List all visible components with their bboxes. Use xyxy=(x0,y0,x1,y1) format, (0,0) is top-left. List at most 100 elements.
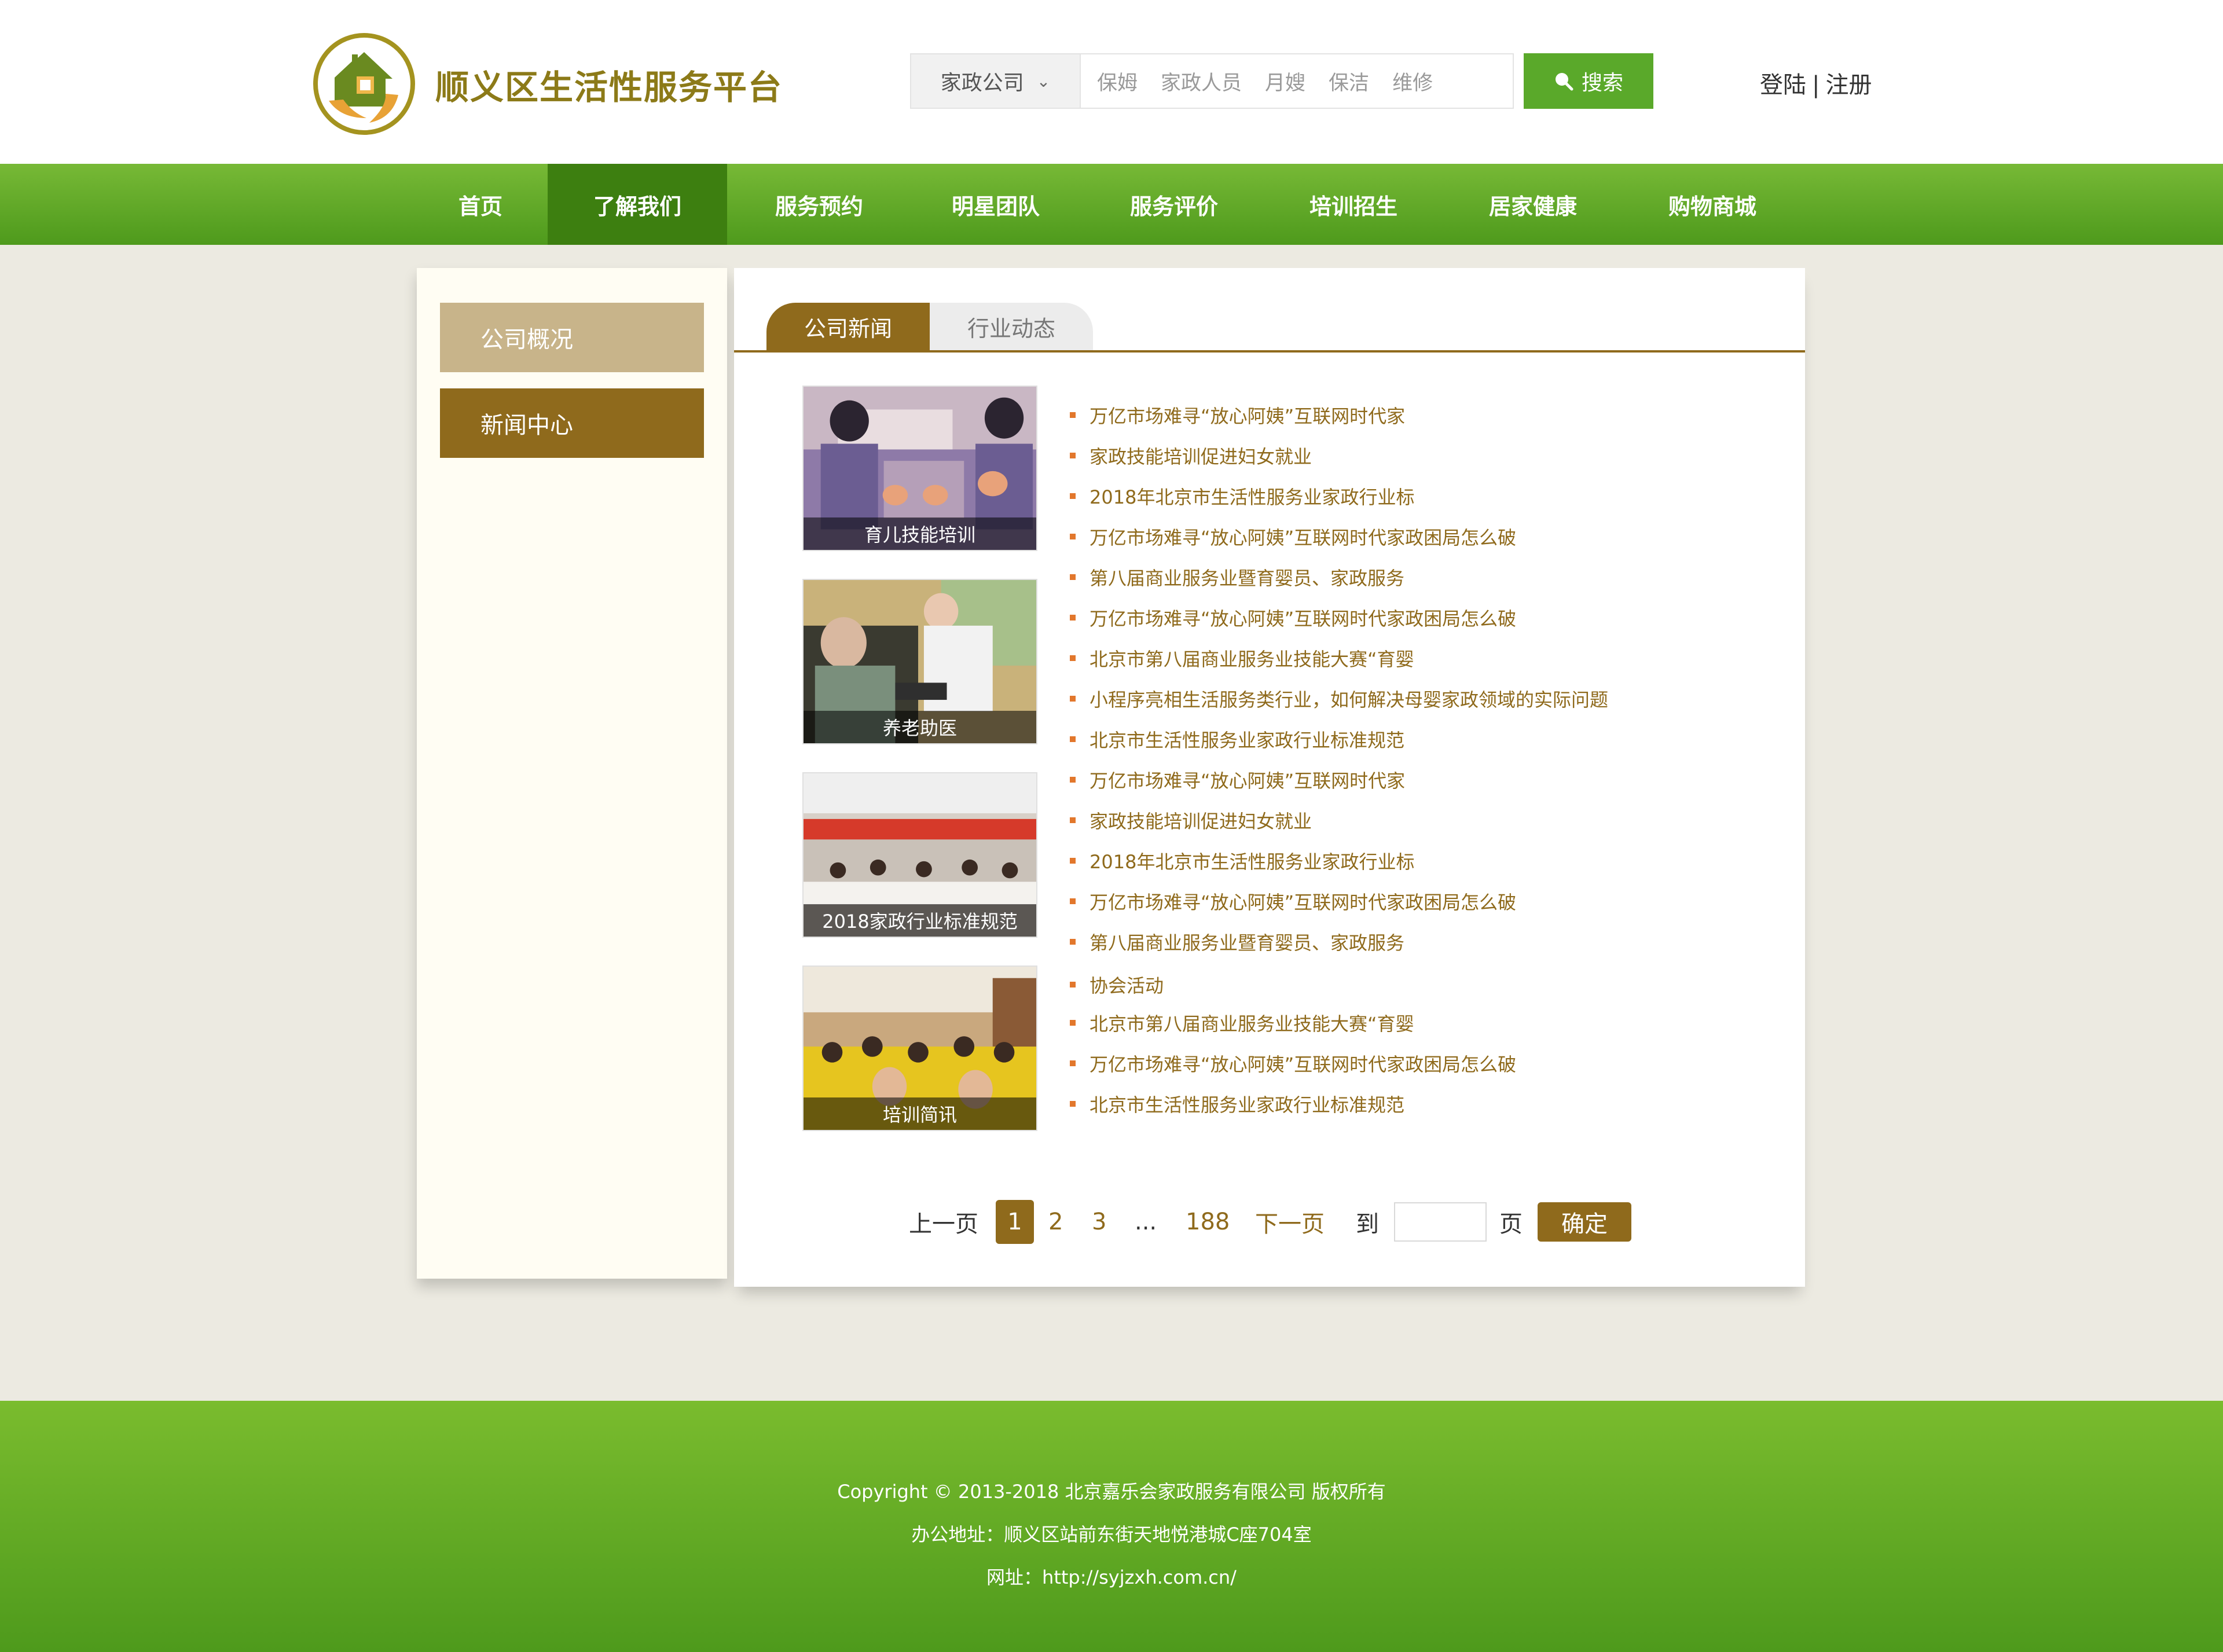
search-hint[interactable]: 维修 xyxy=(1392,67,1433,96)
chevron-down-icon: ⌄ xyxy=(1036,71,1051,91)
news-item[interactable]: 万亿市场难寻“放心阿姨”互联网时代家 xyxy=(1070,762,1405,797)
nav-item-booking[interactable]: 服务预约 xyxy=(753,164,886,245)
search-hint[interactable]: 家政人员 xyxy=(1161,67,1242,96)
search-button[interactable]: 搜索 xyxy=(1524,53,1653,109)
page-suffix-label: 页 xyxy=(1499,1211,1523,1238)
nav-item-about[interactable]: 了解我们 xyxy=(548,164,727,245)
search-hint[interactable]: 保姆 xyxy=(1097,67,1138,96)
news-item[interactable]: 小程序亮相生活服务类行业，如何解决母婴家政领域的实际问题 xyxy=(1070,681,1608,716)
bullet-icon xyxy=(1070,777,1076,783)
page-number-input[interactable] xyxy=(1394,1202,1487,1242)
nav-item-shop[interactable]: 购物商城 xyxy=(1649,164,1776,245)
bullet-icon xyxy=(1070,534,1076,539)
news-item[interactable]: 协会活动 xyxy=(1070,967,1164,1002)
thumbnail-card[interactable]: 育儿技能培训 xyxy=(802,386,1037,551)
logo-icon[interactable] xyxy=(311,31,417,137)
prev-page-link[interactable]: 上一页 xyxy=(909,1200,978,1244)
bullet-icon xyxy=(1070,939,1076,945)
tab-bar: 公司新闻 行业动态 xyxy=(734,303,1805,353)
news-title[interactable]: 万亿市场难寻“放心阿姨”互联网时代家政困局怎么破 xyxy=(1090,888,1516,915)
search-hint[interactable]: 保洁 xyxy=(1329,67,1369,96)
thumbnail-card[interactable]: 养老助医 xyxy=(802,579,1037,744)
news-title[interactable]: 万亿市场难寻“放心阿姨”互联网时代家 xyxy=(1090,766,1405,793)
search-box: 家政公司 ⌄ 保姆 家政人员 月嫂 保洁 维修 搜索 xyxy=(910,53,1653,109)
next-page-link[interactable]: 下一页 xyxy=(1255,1200,1325,1244)
search-hint[interactable]: 月嫂 xyxy=(1265,67,1305,96)
bullet-icon xyxy=(1070,898,1076,904)
website-link[interactable]: 网址：http://syjzxh.com.cn/ xyxy=(0,1563,2223,1589)
news-item[interactable]: 万亿市场难寻“放心阿姨”互联网时代家政困局怎么破 xyxy=(1070,519,1516,554)
news-item[interactable]: 家政技能培训促进妇女就业 xyxy=(1070,803,1312,838)
bullet-icon xyxy=(1070,1060,1076,1066)
search-category-select[interactable]: 家政公司 ⌄ xyxy=(910,53,1081,109)
auth-separator: | xyxy=(1812,72,1820,98)
bullet-icon xyxy=(1070,858,1076,864)
news-title[interactable]: 万亿市场难寻“放心阿姨”互联网时代家政困局怎么破 xyxy=(1090,604,1516,631)
tab-company-news[interactable]: 公司新闻 xyxy=(766,303,930,350)
thumbnail-caption: 育儿技能培训 xyxy=(804,517,1036,550)
news-item[interactable]: 第八届商业服务业暨育婴员、家政服务 xyxy=(1070,560,1404,594)
thumbnail-caption: 养老助医 xyxy=(804,711,1036,743)
sidebar-item-news[interactable]: 新闻中心 xyxy=(440,388,704,458)
news-item[interactable]: 万亿市场难寻“放心阿姨”互联网时代家政困局怎么破 xyxy=(1070,1046,1516,1081)
news-title[interactable]: 家政技能培训促进妇女就业 xyxy=(1090,442,1312,469)
news-title[interactable]: 2018年北京市生活性服务业家政行业标 xyxy=(1090,847,1414,874)
news-title[interactable]: 北京市生活性服务业家政行业标准规范 xyxy=(1090,1091,1404,1117)
news-title[interactable]: 小程序亮相生活服务类行业，如何解决母婴家政领域的实际问题 xyxy=(1090,685,1608,712)
nav-item-health[interactable]: 居家健康 xyxy=(1469,164,1597,245)
pagination: 上一页 1 2 3 ... 188 下一页 到 页 确定 xyxy=(734,1200,1805,1244)
news-item[interactable]: 万亿市场难寻“放心阿姨”互联网时代家政困局怎么破 xyxy=(1070,600,1516,635)
nav-item-reviews[interactable]: 服务评价 xyxy=(1110,164,1238,245)
bullet-icon xyxy=(1070,453,1076,458)
page-link-current[interactable]: 1 xyxy=(996,1200,1034,1244)
search-button-label: 搜索 xyxy=(1581,71,1623,95)
news-item[interactable]: 2018年北京市生活性服务业家政行业标 xyxy=(1070,843,1414,878)
bullet-icon xyxy=(1070,574,1076,580)
bullet-icon xyxy=(1070,655,1076,661)
news-title[interactable]: 家政技能培训促进妇女就业 xyxy=(1090,807,1312,834)
news-title[interactable]: 万亿市场难寻“放心阿姨”互联网时代家政困局怎么破 xyxy=(1090,1050,1516,1077)
main-nav: 首页 了解我们 服务预约 明星团队 服务评价 培训招生 居家健康 购物商城 xyxy=(0,164,2223,245)
thumbnail-caption: 2018家政行业标准规范 xyxy=(804,904,1036,937)
bullet-icon xyxy=(1070,696,1076,702)
nav-item-home[interactable]: 首页 xyxy=(440,164,521,245)
news-title[interactable]: 第八届商业服务业暨育婴员、家政服务 xyxy=(1090,564,1404,590)
site-title[interactable]: 顺义区生活性服务平台 xyxy=(435,60,783,109)
news-item[interactable]: 北京市第八届商业服务业技能大赛“育婴 xyxy=(1070,641,1414,676)
search-category-label: 家政公司 xyxy=(940,71,1024,95)
news-item[interactable]: 北京市第八届商业服务业技能大赛“育婴 xyxy=(1070,1005,1414,1040)
news-item[interactable]: 北京市生活性服务业家政行业标准规范 xyxy=(1070,1086,1404,1121)
thumbnail-card[interactable]: 培训简讯 xyxy=(802,965,1037,1131)
news-title[interactable]: 万亿市场难寻“放心阿姨”互联网时代家政困局怎么破 xyxy=(1090,523,1516,550)
news-title[interactable]: 北京市第八届商业服务业技能大赛“育婴 xyxy=(1090,645,1414,671)
news-item[interactable]: 万亿市场难寻“放心阿姨”互联网时代家政困局怎么破 xyxy=(1070,884,1516,919)
confirm-button[interactable]: 确定 xyxy=(1538,1202,1631,1242)
header: 顺义区生活性服务平台 家政公司 ⌄ 保姆 家政人员 月嫂 保洁 维修 搜索 登陆… xyxy=(0,0,2223,164)
news-title[interactable]: 协会活动 xyxy=(1090,971,1164,998)
news-title[interactable]: 万亿市场难寻“放心阿姨”互联网时代家 xyxy=(1090,402,1405,428)
news-item[interactable]: 北京市生活性服务业家政行业标准规范 xyxy=(1070,722,1404,757)
search-input[interactable]: 保姆 家政人员 月嫂 保洁 维修 xyxy=(1081,53,1514,109)
login-link[interactable]: 登陆 xyxy=(1760,72,1806,98)
bullet-icon xyxy=(1070,615,1076,621)
page-link-last[interactable]: 188 xyxy=(1186,1200,1230,1244)
register-link[interactable]: 注册 xyxy=(1825,72,1872,98)
thumbnail-card[interactable]: 2018家政行业标准规范 xyxy=(802,772,1037,938)
news-title[interactable]: 北京市生活性服务业家政行业标准规范 xyxy=(1090,726,1404,752)
page-link[interactable]: 3 xyxy=(1092,1200,1106,1244)
news-item[interactable]: 2018年北京市生活性服务业家政行业标 xyxy=(1070,479,1414,513)
news-item[interactable]: 第八届商业服务业暨育婴员、家政服务 xyxy=(1070,924,1404,959)
nav-item-team[interactable]: 明星团队 xyxy=(932,164,1059,245)
tab-industry-news[interactable]: 行业动态 xyxy=(930,303,1093,350)
thumbnail-caption: 培训简讯 xyxy=(804,1097,1036,1130)
news-item[interactable]: 万亿市场难寻“放心阿姨”互联网时代家 xyxy=(1070,398,1405,432)
page-link[interactable]: 2 xyxy=(1048,1200,1063,1244)
news-item[interactable]: 家政技能培训促进妇女就业 xyxy=(1070,438,1312,473)
main-panel: 公司新闻 行业动态 育儿技能培训 养老助医 2018家政行业标准规范 培训简讯 … xyxy=(734,268,1805,1287)
news-title[interactable]: 第八届商业服务业暨育婴员、家政服务 xyxy=(1090,928,1404,955)
news-title[interactable]: 北京市第八届商业服务业技能大赛“育婴 xyxy=(1090,1009,1414,1036)
news-title[interactable]: 2018年北京市生活性服务业家政行业标 xyxy=(1090,483,1414,509)
bullet-icon xyxy=(1070,412,1076,418)
nav-item-training[interactable]: 培训招生 xyxy=(1290,164,1417,245)
sidebar-item-overview[interactable]: 公司概况 xyxy=(440,303,704,372)
